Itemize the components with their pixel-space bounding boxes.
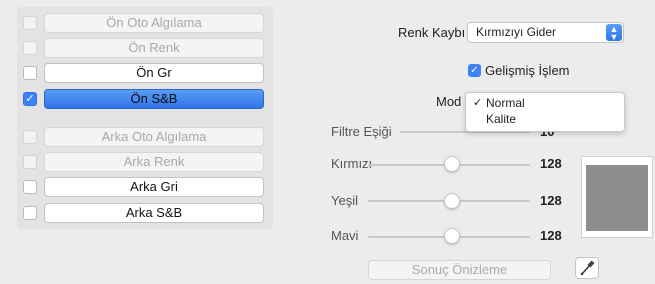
front-bw-row: ✓ Ön S&B	[17, 89, 273, 111]
filtre-label: Filtre Eşiği	[331, 124, 392, 139]
front-color-button[interactable]: Ön Renk	[44, 38, 264, 58]
front-auto-button[interactable]: Ön Oto Algılama	[44, 13, 264, 33]
mavi-slider-knob[interactable]	[444, 228, 460, 244]
back-gray-button[interactable]: Arka Gri	[44, 177, 264, 197]
renk-kaybi-label: Renk Kaybı	[398, 25, 466, 40]
kirmizi-label: Kırmızı	[331, 156, 373, 171]
preview-button[interactable]: Sonuç Önizleme	[368, 260, 551, 280]
eyedropper-icon	[580, 260, 595, 276]
mod-option-normal[interactable]: Normal	[486, 96, 525, 110]
kirmizi-value: 128	[540, 156, 562, 171]
color-preview-box	[581, 156, 653, 238]
eyedropper-button[interactable]	[575, 257, 599, 279]
gelismis-checkbox[interactable]: ✓	[468, 64, 481, 77]
front-bw-checkbox[interactable]: ✓	[23, 92, 37, 106]
chevron-updown-icon: ▲ ▼	[606, 24, 622, 42]
front-color-row: Ön Renk	[17, 38, 273, 60]
mod-dropdown-menu: ✓ Normal Kalite	[465, 92, 625, 132]
checkmark-icon: ✓	[473, 97, 483, 109]
back-auto-row: Arka Oto Algılama	[17, 127, 273, 149]
back-auto-checkbox[interactable]	[23, 130, 37, 144]
front-auto-row: Ön Oto Algılama	[17, 13, 273, 35]
color-preview-swatch	[586, 165, 648, 231]
front-bw-button[interactable]: Ön S&B	[44, 89, 264, 109]
yesil-slider-knob[interactable]	[444, 193, 460, 209]
back-color-row: Arka Renk	[17, 152, 273, 174]
gelismis-label: Gelişmiş İşlem	[485, 63, 570, 78]
front-auto-checkbox[interactable]	[23, 16, 37, 30]
yesil-value: 128	[540, 193, 562, 208]
renk-kaybi-value: Kırmızıyı Gider	[476, 25, 557, 39]
mavi-value: 128	[540, 228, 562, 243]
back-color-button[interactable]: Arka Renk	[44, 152, 264, 172]
color-mode-panel: Ön Oto Algılama Ön Renk Ön Gr ✓ Ön S&B A…	[17, 7, 273, 229]
back-auto-button[interactable]: Arka Oto Algılama	[44, 127, 264, 147]
renk-kaybi-select[interactable]: Kırmızıyı Gider ▲ ▼	[467, 22, 624, 43]
front-color-checkbox[interactable]	[23, 41, 37, 55]
yesil-label: Yeşil	[331, 193, 358, 208]
mod-option-kalite[interactable]: Kalite	[486, 112, 516, 126]
front-gray-button[interactable]: Ön Gr	[44, 63, 264, 83]
back-color-checkbox[interactable]	[23, 155, 37, 169]
back-bw-row: Arka S&B	[17, 203, 273, 225]
back-bw-button[interactable]: Arka S&B	[44, 203, 264, 223]
front-gray-checkbox[interactable]	[23, 66, 37, 80]
back-gray-checkbox[interactable]	[23, 180, 37, 194]
back-gray-row: Arka Gri	[17, 177, 273, 199]
front-gray-row: Ön Gr	[17, 63, 273, 85]
kirmizi-slider-knob[interactable]	[444, 156, 460, 172]
mod-label: Mod	[436, 94, 462, 109]
back-bw-checkbox[interactable]	[23, 206, 37, 220]
mavi-label: Mavi	[331, 228, 359, 243]
